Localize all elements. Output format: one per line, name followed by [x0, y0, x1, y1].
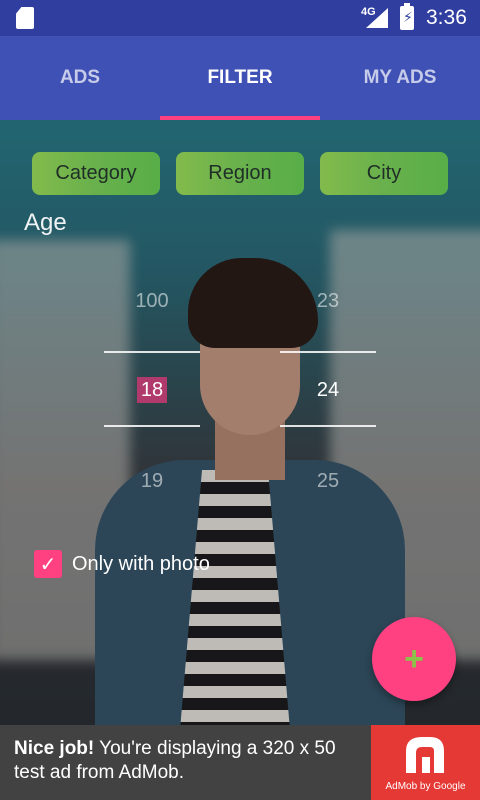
age-from-current[interactable]: 18	[104, 377, 200, 403]
admob-brand: AdMob by Google	[385, 781, 466, 792]
age-from-prev[interactable]: 100	[104, 290, 200, 313]
tab-my-ads[interactable]: MY ADS	[320, 36, 480, 120]
checkmark-icon: ✓	[39, 553, 57, 576]
admob-logo-icon	[406, 737, 444, 773]
status-time: 3:36	[426, 6, 467, 29]
age-to-prev[interactable]: 23	[280, 290, 376, 313]
only-with-photo-checkbox[interactable]: ✓	[34, 550, 62, 578]
region-button[interactable]: Region	[176, 152, 304, 195]
charging-icon: ⚡	[403, 9, 413, 25]
ad-text[interactable]: Nice job! You're displaying a 320 x 50 t…	[14, 737, 364, 785]
age-to-next[interactable]: 25	[280, 470, 376, 493]
tab-ads[interactable]: ADS	[0, 36, 160, 120]
plus-icon: +	[404, 639, 424, 678]
admob-logo-box[interactable]: AdMob by Google	[371, 725, 480, 800]
age-to-current[interactable]: 24	[280, 379, 376, 402]
sd-card-icon	[16, 7, 34, 29]
age-from-picker[interactable]: 100 18 19	[104, 280, 200, 500]
ad-banner[interactable]: Nice job! You're displaying a 320 x 50 t…	[0, 725, 480, 800]
only-with-photo-label[interactable]: Only with photo	[72, 553, 210, 576]
status-bar: 4G ⚡ 3:36	[0, 0, 480, 36]
add-button[interactable]: +	[372, 617, 456, 701]
age-label: Age	[24, 209, 67, 236]
age-to-picker[interactable]: 23 24 25	[280, 280, 376, 500]
age-from-next[interactable]: 19	[104, 470, 200, 493]
only-with-photo-row[interactable]: ✓ Only with photo	[34, 550, 210, 578]
city-button[interactable]: City	[320, 152, 448, 195]
category-button[interactable]: Category	[32, 152, 160, 195]
tab-filter[interactable]: FILTER	[160, 36, 320, 120]
tab-bar: ADS FILTER MY ADS	[0, 36, 480, 120]
ad-headline: Nice job!	[14, 738, 95, 759]
signal-icon	[366, 8, 388, 28]
